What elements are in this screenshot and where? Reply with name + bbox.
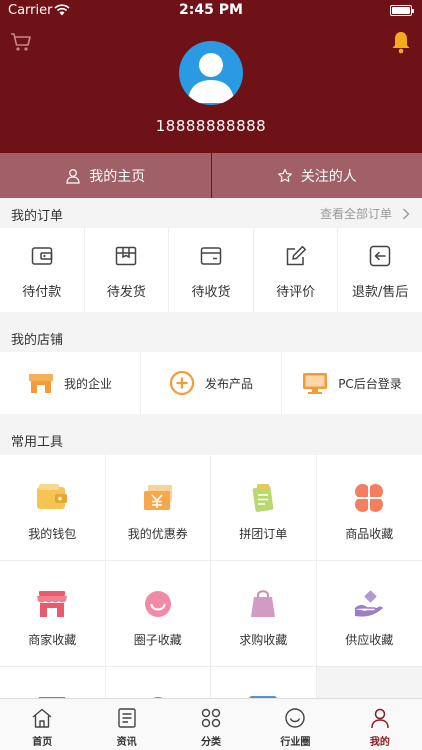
tool-my-wallet[interactable]: 我的钱包 [0,455,106,561]
shop-row: 我的企业 发布产品 PC后台登录 [0,352,422,414]
my-company-button[interactable]: 我的企业 [0,352,141,414]
chevron-right-icon [403,208,410,219]
view-all-orders-link[interactable]: 查看全部订单 [320,205,410,222]
cart-icon[interactable] [10,32,32,52]
tab-label: 分类 [201,737,222,748]
quick-links: 我的主页 关注的人 [0,153,422,198]
shop-section-header: 我的店铺 [0,322,422,352]
profile-header: Carrier 2:45 PM 18888888888 我的主页 关注的人 [0,0,422,198]
shop-item-label: PC后台登录 [338,376,402,391]
tools-section-header: 常用工具 [0,424,422,454]
smile-icon [144,591,171,617]
shopping-bag-icon [251,590,276,617]
tool-label: 拼团订单 [239,527,288,541]
shop-title: 我的店铺 [11,333,64,348]
pc-admin-login-button[interactable]: PC后台登录 [282,352,422,414]
tab-label: 首页 [32,737,53,748]
tab-label: 行业圈 [280,737,311,748]
view-all-orders-label: 查看全部订单 [319,207,392,221]
order-pending-shipment[interactable]: 待发货 [85,228,170,312]
tools-grid: 我的钱包 我的优惠券 拼团订单 商品收藏 商家收藏 圈子收藏 求购收藏 供应收藏 [0,455,422,698]
bell-icon[interactable] [390,30,412,54]
tab-bar: 首页 资讯 分类 行业圈 我的 [0,698,422,750]
my-homepage-label: 我的主页 [89,168,146,185]
tab-mine[interactable]: 我的 [338,699,422,750]
following-button[interactable]: 关注的人 [212,153,422,198]
order-item-label: 待评价 [276,285,316,300]
shop-icon [37,591,68,617]
tool-row3-item-3[interactable] [211,667,317,698]
order-pending-review[interactable]: 待评价 [254,228,339,312]
circle-icon [285,708,306,728]
tool-merchant-favorites[interactable]: 商家收藏 [0,561,106,667]
tool-label: 求购收藏 [239,633,288,647]
return-icon [369,245,391,267]
order-item-label: 退款/售后 [351,285,409,300]
user-phone: 18888888888 [155,117,267,135]
tools-title: 常用工具 [11,435,64,450]
my-homepage-button[interactable]: 我的主页 [0,153,211,198]
tab-label: 我的 [369,737,390,748]
tool-row3-item-2[interactable] [106,667,211,698]
monitor-icon [303,373,328,394]
tab-home[interactable]: 首页 [0,699,84,750]
order-pending-payment[interactable]: 待付款 [0,228,85,312]
orders-section-header: 我的订单 查看全部订单 [0,198,422,228]
order-status-row: 待付款 待发货 待收货 待评价 退款/售后 [0,228,422,312]
clover-icon [355,484,384,512]
wallet-icon [31,247,53,265]
tool-label: 圈子收藏 [133,633,182,647]
tool-label: 商家收藏 [28,633,77,647]
tool-row3-item-1[interactable] [0,667,106,698]
news-icon [117,708,136,728]
package-icon [116,246,137,266]
tab-label: 资讯 [116,737,137,748]
category-icon [201,708,221,728]
tool-group-orders[interactable]: 拼团订单 [211,455,317,561]
order-refund[interactable]: 退款/售后 [338,228,422,312]
order-item-label: 待发货 [106,285,146,300]
hand-supply-icon [354,590,384,617]
tool-label: 我的优惠券 [127,527,188,541]
home-icon [32,708,52,728]
clock: 2:45 PM [179,2,243,18]
tool-supply-favorites[interactable]: 供应收藏 [316,561,422,667]
user-silhouette-icon [188,53,234,103]
plus-circle-icon [169,370,195,396]
order-item-label: 待收货 [191,285,231,300]
shop-item-label: 发布产品 [204,376,253,391]
tab-category[interactable]: 分类 [169,699,253,750]
tools-grid-container: 我的钱包 我的优惠券 拼团订单 商品收藏 商家收藏 圈子收藏 求购收藏 供应收藏 [0,455,422,698]
tool-label: 供应收藏 [345,633,394,647]
coupon-icon [143,485,172,510]
tool-label: 我的钱包 [28,527,77,541]
edit-icon [286,245,306,266]
tab-news[interactable]: 资讯 [84,699,168,750]
tool-label: 商品收藏 [345,527,394,541]
tab-industry-circle[interactable]: 行业圈 [253,699,337,750]
group-order-icon [252,484,274,512]
battery-icon [390,5,414,16]
inbox-icon [200,247,222,265]
tool-empty-cell [316,667,422,698]
shop-item-label: 我的企业 [63,376,112,391]
avatar[interactable] [179,41,243,105]
tool-purchase-favorites[interactable]: 求购收藏 [211,561,317,667]
tool-circle-favorites[interactable]: 圈子收藏 [105,561,211,667]
store-icon [28,374,53,393]
order-item-label: 待付款 [22,285,62,300]
wallet-icon [37,484,68,509]
following-label: 关注的人 [300,168,357,185]
tool-product-favorites[interactable]: 商品收藏 [316,455,422,561]
person-icon [66,168,80,184]
status-bar: Carrier 2:45 PM [0,0,422,22]
orders-title: 我的订单 [11,209,64,224]
star-icon [277,168,292,182]
order-pending-receipt[interactable]: 待收货 [169,228,254,312]
user-icon [371,708,389,729]
tool-my-coupons[interactable]: 我的优惠券 [105,455,211,561]
publish-product-button[interactable]: 发布产品 [141,352,282,414]
